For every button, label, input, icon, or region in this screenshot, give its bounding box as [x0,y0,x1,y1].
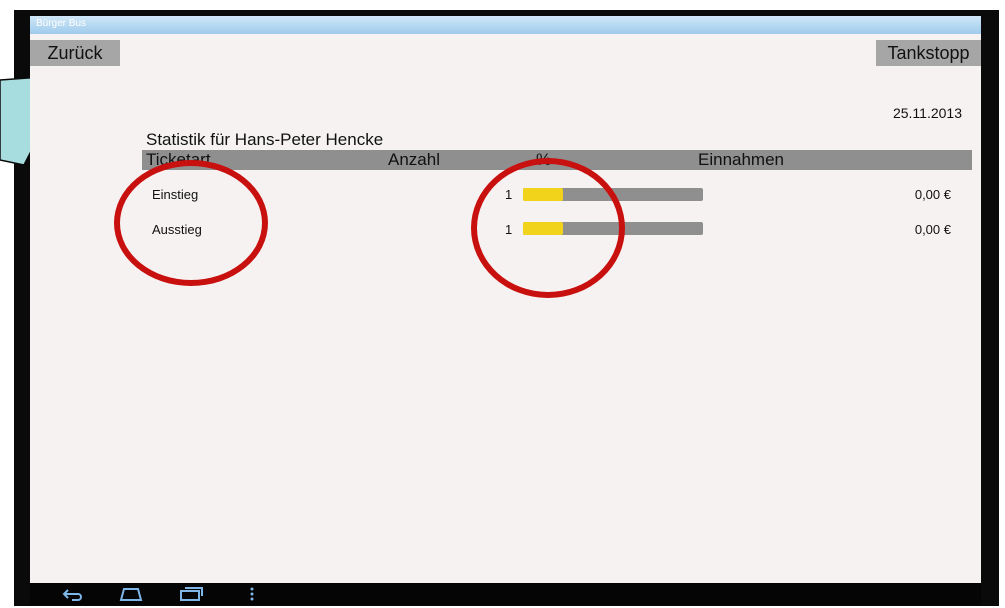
header-einnahmen: Einnahmen [698,150,785,169]
app-screen: Bürger Bus Zurück Tankstopp 25.11.2013 S… [30,16,981,583]
row-einnahmen-einstieg: 0,00 € [914,187,951,202]
date-label: 25.11.2013 [892,105,962,121]
tankstopp-button[interactable]: Tankstopp [876,40,981,66]
highlight-ring-labels [114,160,268,286]
title-bar: Bürger Bus [30,16,981,34]
statistics-title: Statistik für Hans-Peter Hencke [146,130,384,149]
home-icon[interactable] [118,586,144,602]
back-button[interactable]: Zurück [30,40,120,66]
highlight-ring-bars [471,158,625,298]
header-anzahl: Anzahl [388,150,440,169]
app-title: Bürger Bus [36,18,87,29]
menu-icon[interactable] [248,586,256,602]
recent-apps-icon[interactable] [178,586,204,602]
back-icon[interactable] [60,586,84,602]
android-nav-bar [30,583,981,605]
row-einnahmen-ausstieg: 0,00 € [914,222,951,237]
